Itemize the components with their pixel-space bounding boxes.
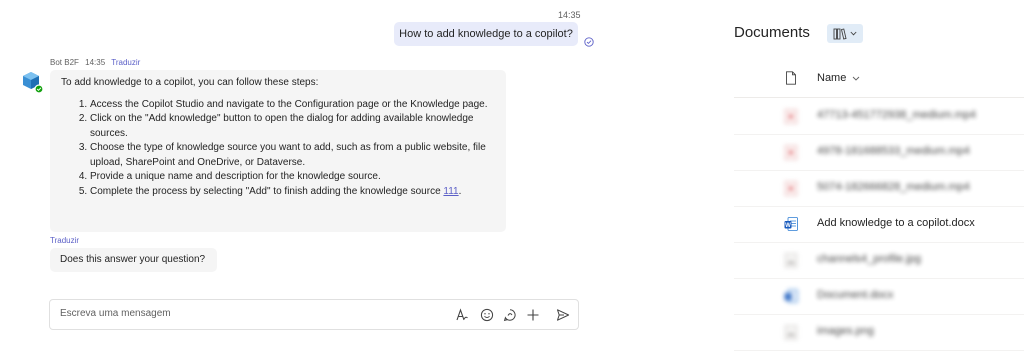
add-icon[interactable] (525, 307, 541, 323)
file-name[interactable]: images.png (817, 325, 874, 337)
name-column-header[interactable]: Name (817, 72, 860, 84)
svg-text:W: W (785, 223, 791, 229)
word-file-icon: W (784, 217, 798, 231)
citation-link[interactable]: 111 (443, 186, 458, 197)
loop-component-icon[interactable] (502, 307, 518, 323)
name-column-label: Name (817, 72, 847, 84)
read-receipt-icon (584, 37, 594, 47)
bot-avatar-icon (23, 72, 44, 94)
translate-link[interactable]: Traduzir (111, 58, 140, 67)
documents-title: Documents (734, 24, 810, 41)
bot-intro: To add knowledge to a copilot, you can f… (61, 77, 319, 88)
file-name[interactable]: 5074-182666828_medium.mp4 (817, 181, 970, 193)
video-file-icon (784, 181, 798, 196)
bot-timestamp: 14:35 (85, 58, 106, 67)
file-row[interactable]: 4978-181688533_medium.mp4 (734, 134, 1024, 171)
translate-link-2[interactable]: Traduzir (50, 236, 79, 245)
view-options-button[interactable] (827, 24, 863, 43)
image-file-icon (784, 253, 798, 268)
message-input[interactable] (60, 308, 420, 319)
format-icon[interactable] (454, 307, 470, 323)
chevron-down-icon (850, 31, 857, 36)
step-item: Provide a unique name and description fo… (90, 170, 496, 185)
file-name[interactable]: Document.docx (817, 289, 893, 301)
word-file-icon (784, 289, 798, 303)
message-composer[interactable] (49, 299, 579, 330)
file-row[interactable]: 5074-182666828_medium.mp4 (734, 170, 1024, 207)
last-step-text: Complete the process by selecting "Add" … (90, 185, 441, 197)
file-name[interactable]: 47713-451772938_medium.mp4 (817, 109, 976, 121)
followup-message[interactable]: Does this answer your question? (50, 248, 217, 272)
sort-chevron-icon (853, 76, 860, 81)
steps-list: Access the Copilot Studio and navigate t… (61, 98, 496, 200)
chat-pane: 14:35 How to add knowledge to a copilot?… (0, 0, 600, 342)
documents-pane: Documents Name 47713-451772938_medium.mp… (720, 0, 1024, 351)
file-row[interactable]: images.png (734, 314, 1024, 351)
step-item: Complete the process by selecting "Add" … (90, 185, 496, 200)
bot-message[interactable]: To add knowledge to a copilot, you can f… (50, 70, 506, 232)
file-type-column-icon[interactable] (785, 71, 797, 85)
file-row[interactable]: Document.docx (734, 278, 1024, 315)
video-file-icon (784, 109, 798, 124)
file-row[interactable]: W Add knowledge to a copilot.docx (734, 206, 1024, 243)
bot-message-meta: Bot B2F 14:35 Traduzir (50, 58, 140, 67)
outgoing-timestamp: 14:35 (558, 10, 581, 20)
step-item: Access the Copilot Studio and navigate t… (90, 98, 496, 113)
file-name[interactable]: Add knowledge to a copilot.docx (817, 217, 975, 229)
video-file-icon (784, 145, 798, 160)
step-item: Click on the "Add knowledge" button to o… (90, 112, 496, 141)
file-row[interactable]: channels4_profile.jpg (734, 242, 1024, 279)
bot-name: Bot B2F (50, 58, 79, 67)
send-icon[interactable] (555, 307, 571, 323)
library-icon (833, 27, 847, 40)
file-name[interactable]: channels4_profile.jpg (817, 253, 921, 265)
file-row[interactable]: 47713-451772938_medium.mp4 (734, 98, 1024, 135)
image-file-icon (784, 325, 798, 340)
step-item: Choose the type of knowledge source you … (90, 141, 496, 170)
file-name[interactable]: 4978-181688533_medium.mp4 (817, 145, 970, 157)
emoji-icon[interactable] (479, 307, 495, 323)
outgoing-message[interactable]: How to add knowledge to a copilot? (394, 22, 578, 46)
